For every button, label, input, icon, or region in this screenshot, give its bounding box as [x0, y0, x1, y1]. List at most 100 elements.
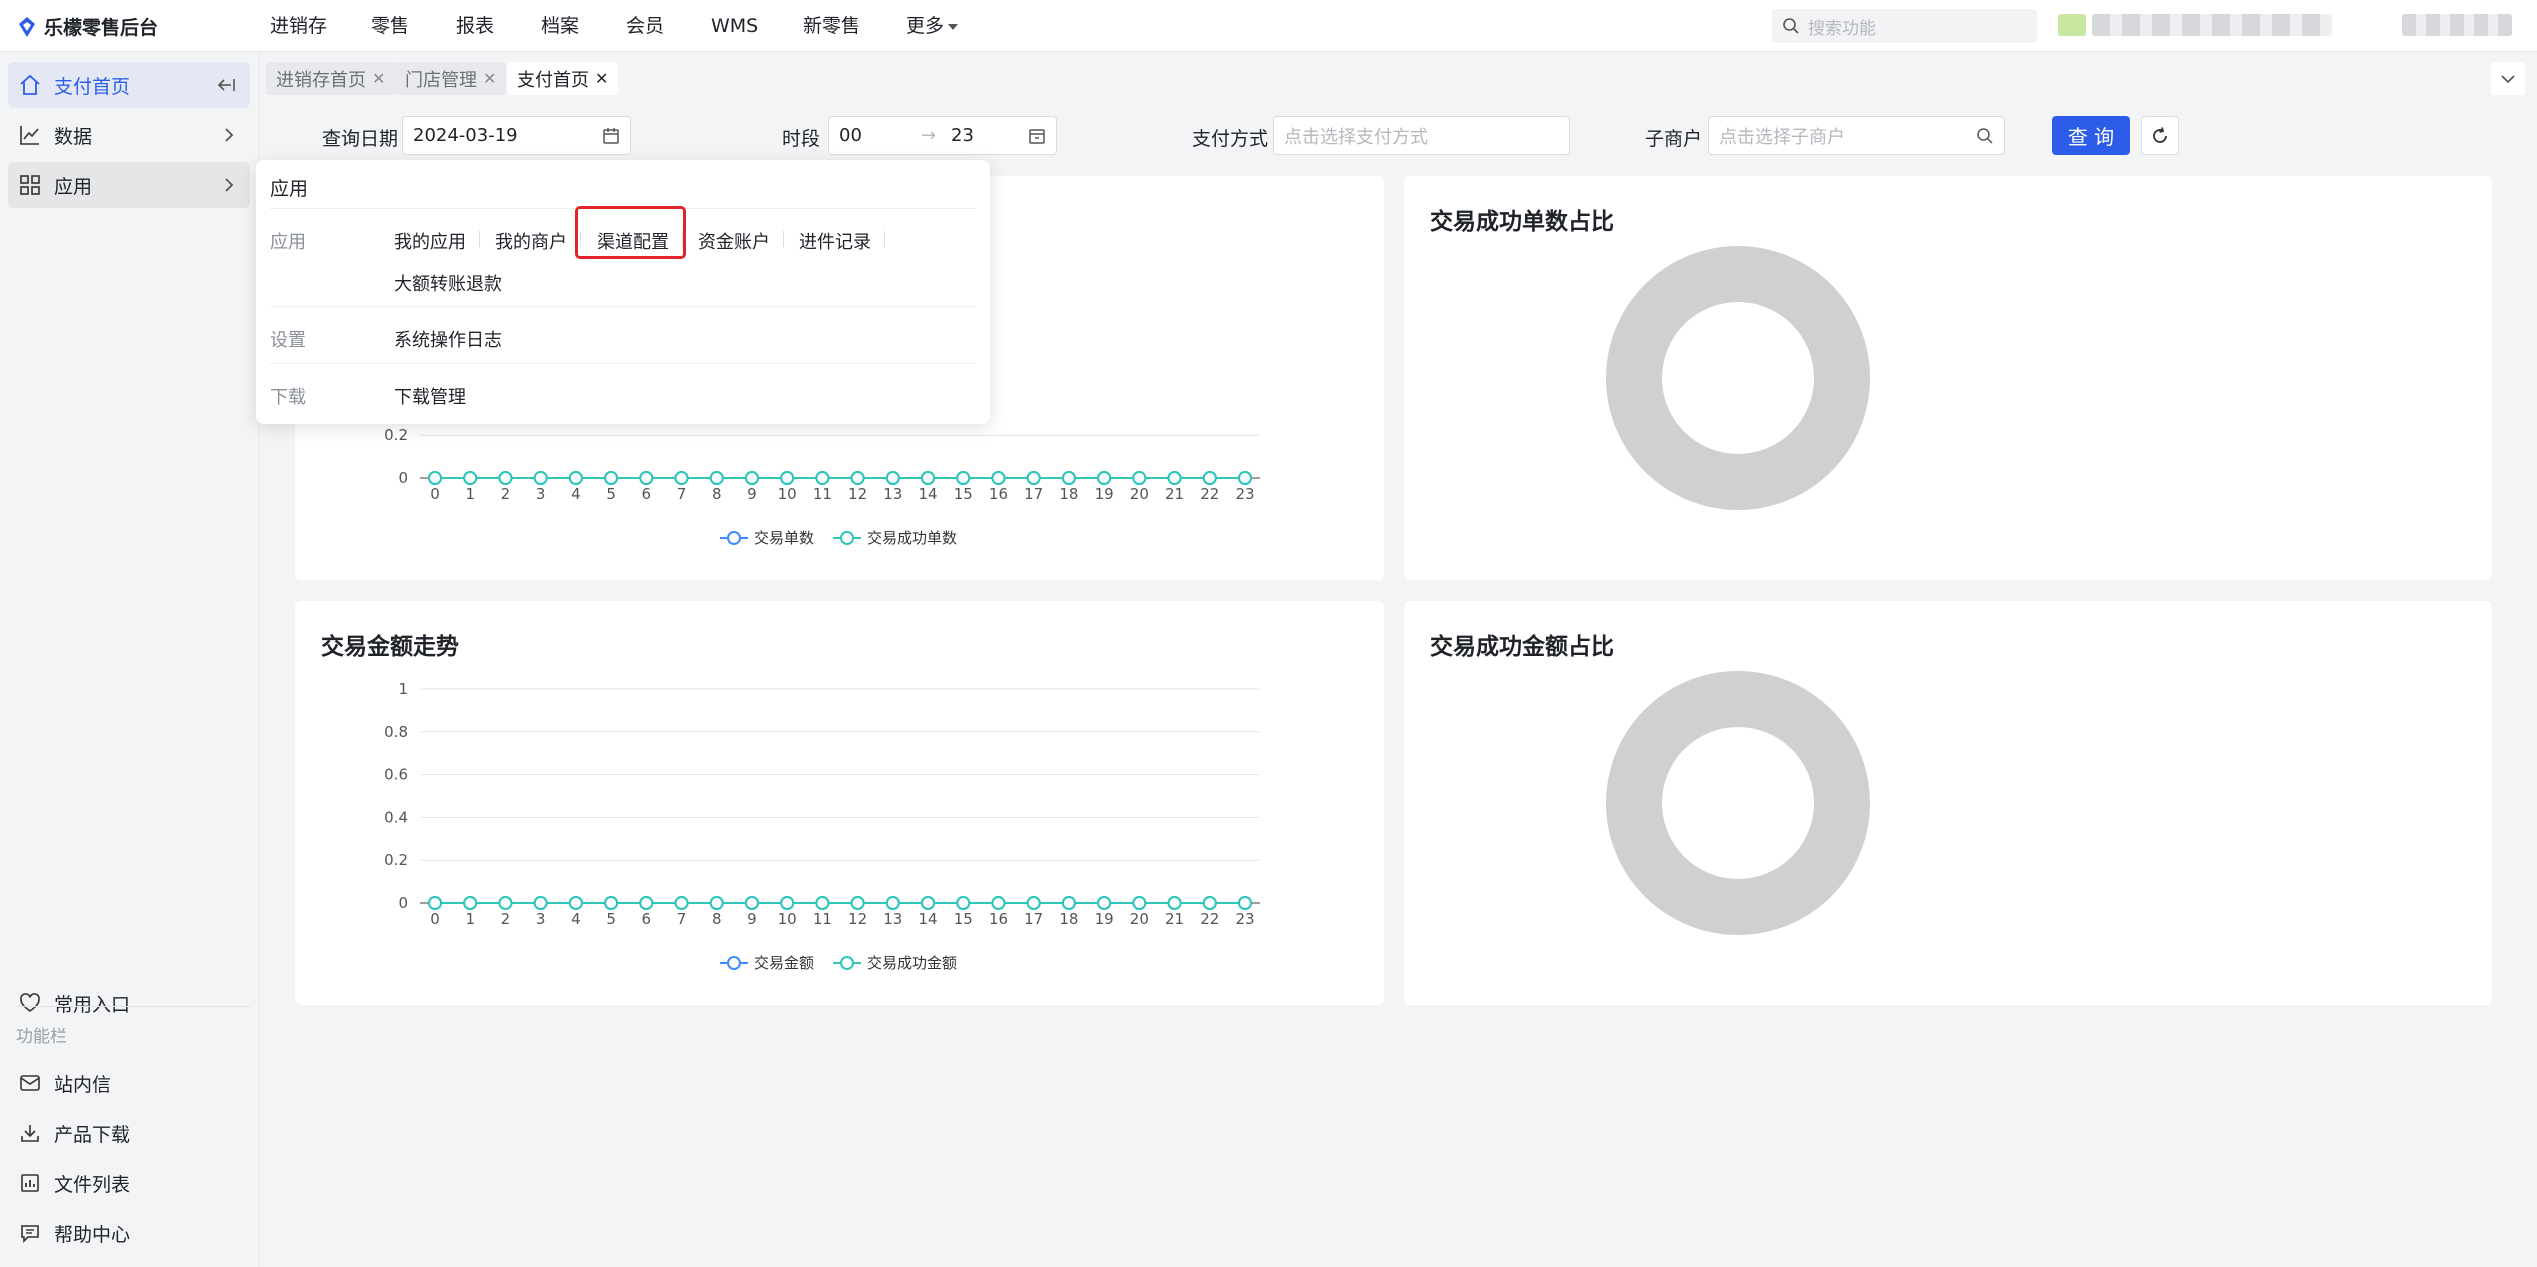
caret-down-icon — [948, 23, 959, 30]
data-point — [815, 471, 830, 485]
period-end: 23 — [951, 125, 974, 146]
x-tick-label: 23 — [1235, 910, 1254, 928]
top-menu-member[interactable]: 会员 — [626, 0, 664, 52]
data-point — [1061, 896, 1076, 910]
collapse-sidebar-icon[interactable] — [216, 75, 236, 100]
close-icon[interactable]: ✕ — [483, 69, 496, 88]
sidebar-favorites[interactable]: 常用入口 — [0, 980, 250, 1026]
link-my-apps[interactable]: 我的应用 — [394, 228, 466, 254]
top-search[interactable]: 搜索功能 — [1772, 9, 2037, 43]
legend-label: 交易单数 — [754, 529, 814, 547]
link-separator — [783, 231, 784, 247]
period-range-picker[interactable]: 00 → 23 — [828, 116, 1057, 155]
legend-label: 交易成功金额 — [867, 954, 957, 972]
data-point — [709, 471, 724, 485]
link-fund-account[interactable]: 资金账户 — [698, 228, 770, 254]
sidebar-section-title: 功能栏 — [16, 1027, 67, 1047]
x-tick-label: 6 — [642, 485, 652, 503]
sub-merchant-select[interactable]: 点击选择子商户 — [1708, 116, 2005, 155]
link-system-log[interactable]: 系统操作日志 — [394, 326, 502, 352]
pay-method-placeholder: 点击选择支付方式 — [1284, 126, 1428, 148]
download-icon — [18, 1121, 42, 1145]
refresh-button[interactable] — [2141, 116, 2179, 155]
tab-store-management[interactable]: 门店管理 ✕ — [395, 62, 507, 95]
query-button[interactable]: 查 询 — [2052, 116, 2130, 155]
sidebar-item-label: 产品下载 — [54, 1123, 131, 1146]
date-picker[interactable]: 2024-03-19 — [402, 116, 631, 155]
x-tick-label: 6 — [642, 910, 652, 928]
legend-marker — [840, 956, 854, 970]
x-tick-label: 17 — [1024, 910, 1043, 928]
sidebar-item-product-download[interactable]: 产品下载 — [0, 1110, 250, 1156]
x-tick-label: 15 — [954, 485, 973, 503]
close-icon[interactable]: ✕ — [595, 69, 608, 88]
top-menu-archive[interactable]: 档案 — [541, 0, 579, 52]
x-tick-label: 12 — [848, 910, 867, 928]
data-point — [1202, 471, 1217, 485]
top-menu-report[interactable]: 报表 — [456, 0, 494, 52]
tabs-dropdown-button[interactable] — [2491, 62, 2525, 95]
sidebar-divider — [16, 1006, 250, 1007]
tab-pay-home[interactable]: 支付首页 ✕ — [507, 62, 619, 95]
x-tick-label: 0 — [430, 485, 440, 503]
x-tick-label: 21 — [1165, 910, 1184, 928]
data-point — [533, 471, 548, 485]
data-point — [639, 896, 654, 910]
blurred-user-info — [2092, 14, 2332, 36]
link-large-transfer-refund[interactable]: 大额转账退款 — [394, 270, 502, 296]
pay-method-select[interactable]: 点击选择支付方式 — [1273, 116, 1570, 155]
top-menu-inventory[interactable]: 进销存 — [270, 0, 327, 52]
data-point — [463, 471, 478, 485]
popover-category-settings: 设置 — [270, 330, 306, 351]
tab-label: 进销存首页 — [276, 69, 366, 91]
data-point — [956, 896, 971, 910]
sidebar-item-apps[interactable]: 应用 — [8, 162, 250, 208]
sidebar-item-messages[interactable]: 站内信 — [0, 1060, 250, 1106]
sidebar-item-pay-home[interactable]: 支付首页 — [8, 62, 250, 108]
x-tick-label: 12 — [848, 485, 867, 503]
card-amount-trend: 交易金额走势 0 0.2 0.4 0.6 0.8 1 0 1 2 3 4 5 6 7 8 9 10 11 12 13 1… — [295, 601, 1384, 1005]
sidebar-item-data[interactable]: 数据 — [0, 112, 250, 158]
data-point — [498, 471, 513, 485]
data-point — [1026, 896, 1041, 910]
link-download-management[interactable]: 下载管理 — [394, 383, 466, 409]
donut-ring — [1606, 671, 1870, 935]
data-point — [674, 896, 689, 910]
top-menu-new-retail[interactable]: 新零售 — [803, 0, 860, 52]
x-tick-label: 10 — [778, 910, 797, 928]
sidebar-item-help[interactable]: 帮助中心 — [0, 1210, 250, 1256]
app-logo[interactable]: 乐檬零售后台 — [18, 13, 158, 40]
top-menu-retail[interactable]: 零售 — [371, 0, 409, 52]
data-point — [428, 896, 442, 910]
file-list-icon — [18, 1171, 42, 1195]
link-onboarding-records[interactable]: 进件记录 — [799, 228, 871, 254]
x-tick-label: 3 — [536, 485, 546, 503]
data-point — [744, 471, 759, 485]
x-tick-label: 15 — [954, 910, 973, 928]
x-tick-label: 9 — [747, 485, 757, 503]
chevron-right-icon — [222, 175, 236, 200]
x-tick-label: 20 — [1130, 910, 1149, 928]
search-icon — [1977, 128, 1993, 144]
count-ratio-donut — [1606, 246, 1870, 510]
home-icon — [18, 73, 42, 97]
data-point — [1132, 896, 1147, 910]
x-tick-label: 7 — [677, 910, 687, 928]
data-point — [1097, 471, 1112, 485]
x-tick-label: 18 — [1059, 485, 1078, 503]
x-tick-label: 7 — [677, 485, 687, 503]
data-point — [780, 896, 795, 910]
y-tick-label: 0.2 — [384, 426, 408, 444]
top-menu-wms[interactable]: WMS — [711, 0, 758, 52]
refresh-icon — [2153, 126, 2167, 143]
close-icon[interactable]: ✕ — [372, 69, 385, 88]
data-point — [1202, 896, 1217, 910]
top-menu-more[interactable]: 更多 — [906, 0, 959, 52]
sidebar-item-file-list[interactable]: 文件列表 — [0, 1160, 250, 1206]
link-my-merchants[interactable]: 我的商户 — [495, 228, 567, 254]
data-point — [1167, 896, 1182, 910]
x-tick-label: 21 — [1165, 485, 1184, 503]
x-tick-label: 0 — [430, 910, 440, 928]
blurred-account[interactable] — [2402, 14, 2512, 36]
tab-inventory-home[interactable]: 进销存首页 ✕ — [266, 62, 396, 95]
